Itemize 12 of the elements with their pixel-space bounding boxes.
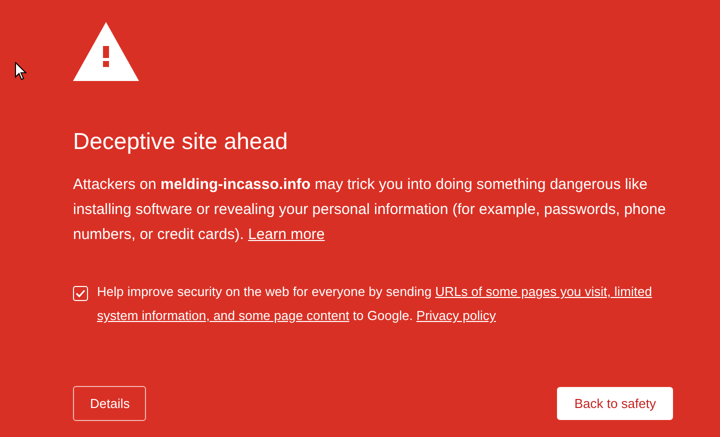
details-button[interactable]: Details [73,386,146,421]
warning-icon [73,22,139,81]
checkbox[interactable] [73,286,88,301]
consent-text: Help improve security on the web for everyone by sending URLs of some pages you visit, limited system information, and some page content to Google. Privacy policy [97,283,652,325]
learn-more-link[interactable]: Learn more [248,226,325,243]
warning-description: Attackers on melding-incasso.info may trick you into doing something dangerous like installing software or revealing your personal information (for example, passwords, phone numbers, or credit cards). Learn more [73,175,667,245]
consent-link[interactable]: URLs of some pages you visit, limited [435,284,652,299]
mouse-pointer-icon [15,62,27,81]
back-to-safety-button[interactable]: Back to safety [557,387,673,420]
page-title: Deceptive site ahead [73,127,289,156]
consent-link[interactable]: system information, and some page content [97,308,350,323]
consent-link[interactable]: Privacy policy [416,308,496,323]
